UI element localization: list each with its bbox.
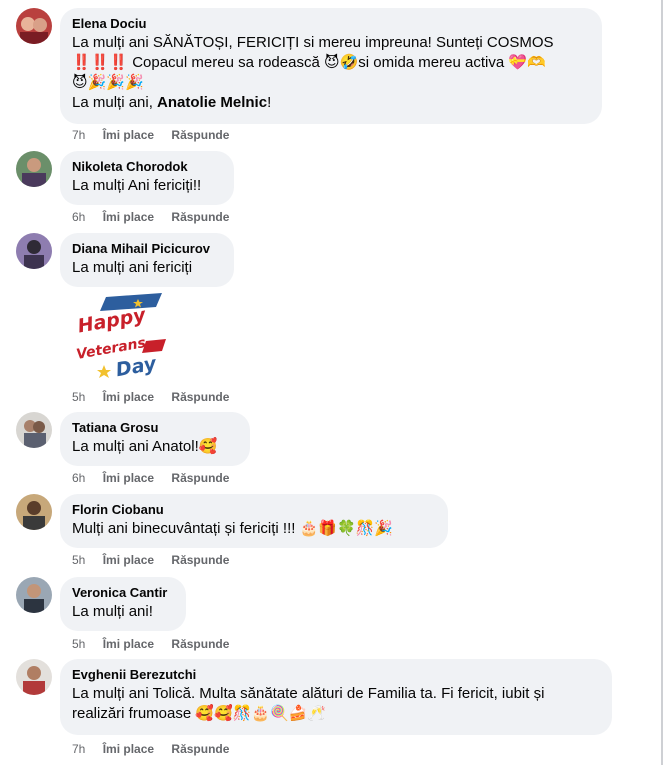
comment-author[interactable]: Florin Ciobanu — [72, 502, 436, 518]
comment-text: La mulți ani SĂNĂTOȘI, FERICIȚI si mereu… — [72, 33, 590, 113]
comment-text: La mulți ani Tolică. Multa sănătate alăt… — [72, 684, 600, 724]
comment-actions: 6h Îmi place Răspunde — [72, 470, 243, 486]
comment-actions: 7h Îmi place Răspunde — [72, 127, 243, 143]
comment-bubble: Tatiana Grosu La mulți ani Anatol!🥰 — [60, 412, 250, 466]
reply-button[interactable]: Răspunde — [171, 128, 229, 142]
comment-author[interactable]: Tatiana Grosu — [72, 420, 238, 436]
like-button[interactable]: Îmi place — [103, 637, 154, 651]
comment-bubble: Diana Mihail Picicurov La mulți ani feri… — [60, 233, 234, 287]
reply-button[interactable]: Răspunde — [171, 553, 229, 567]
reply-button[interactable]: Răspunde — [171, 471, 229, 485]
avatar[interactable] — [16, 659, 52, 695]
comment-author[interactable]: Elena Dociu — [72, 16, 590, 32]
comment-bubble: Florin Ciobanu Mulți ani binecuvântați ș… — [60, 494, 448, 548]
timestamp[interactable]: 5h — [72, 553, 85, 567]
comment-actions: 6h Îmi place Răspunde — [72, 209, 243, 225]
comment-bubble: Nikoleta Chorodok La mulți Ani fericiți!… — [60, 151, 234, 205]
reply-button[interactable]: Răspunde — [171, 390, 229, 404]
timestamp[interactable]: 5h — [72, 390, 85, 404]
like-button[interactable]: Îmi place — [103, 742, 154, 756]
comment-author[interactable]: Veronica Cantir — [72, 585, 174, 601]
comment-bubble: Veronica Cantir La mulți ani! — [60, 577, 186, 631]
avatar[interactable] — [16, 494, 52, 530]
reply-button[interactable]: Răspunde — [171, 637, 229, 651]
comment-bubble: Evghenii Berezutchi La mulți ani Tolică.… — [60, 659, 612, 735]
comment-author[interactable]: Diana Mihail Picicurov — [72, 241, 222, 257]
comment-text: La mulți ani! — [72, 603, 153, 620]
avatar[interactable] — [16, 233, 52, 269]
avatar[interactable] — [16, 8, 52, 44]
comment-text-line: 😈🎉🎉🎉 — [72, 74, 144, 91]
comment-text-line: La mulți ani SĂNĂTOȘI, FERICIȚI si mereu… — [72, 34, 554, 51]
timestamp[interactable]: 7h — [72, 128, 85, 142]
comment-text-fragment: La mulți ani, — [72, 94, 158, 111]
comment-text-line: realizări frumoase 🥰🥰🎊🎂🍭🍰🥂 — [72, 705, 327, 722]
timestamp[interactable]: 7h — [72, 742, 85, 756]
comment-text-line: La mulți ani Tolică. Multa sănătate alăt… — [72, 685, 545, 702]
like-button[interactable]: Îmi place — [103, 471, 154, 485]
avatar[interactable] — [16, 151, 52, 187]
comment-actions: 5h Îmi place Răspunde — [72, 389, 243, 405]
comment-text: La mulți ani Anatol!🥰 — [72, 438, 218, 455]
comment-text: La mulți Ani fericiți!! — [72, 177, 202, 194]
avatar[interactable] — [16, 577, 52, 613]
like-button[interactable]: Îmi place — [103, 553, 154, 567]
comment-text-line: ‼️‼️‼️ Copacul mereu sa rodească 😈🤣si om… — [72, 54, 546, 71]
like-button[interactable]: Îmi place — [103, 390, 154, 404]
reply-button[interactable]: Răspunde — [171, 210, 229, 224]
mention-link[interactable]: Anatolie Melnic — [157, 94, 267, 111]
reply-button[interactable]: Răspunde — [171, 742, 229, 756]
timestamp[interactable]: 6h — [72, 471, 85, 485]
comment-actions: 5h Îmi place Răspunde — [72, 552, 243, 568]
comment-text-line: La mulți ani, Anatolie Melnic! — [72, 93, 590, 113]
comment-bubble: Elena Dociu La mulți ani SĂNĂTOȘI, FERIC… — [60, 8, 602, 124]
sticker-happy-veterans-day[interactable]: Happy Veterans Day — [75, 293, 168, 388]
comment-author[interactable]: Evghenii Berezutchi — [72, 667, 600, 683]
sticker-word-1: Happy — [76, 304, 149, 338]
like-button[interactable]: Îmi place — [103, 210, 154, 224]
timestamp[interactable]: 5h — [72, 637, 85, 651]
like-button[interactable]: Îmi place — [103, 128, 154, 142]
sticker-word-3: Day — [114, 352, 159, 381]
comment-text: Mulți ani binecuvântați și fericiți !!! … — [72, 520, 393, 537]
comment-actions: 7h Îmi place Răspunde — [72, 741, 243, 757]
timestamp[interactable]: 6h — [72, 210, 85, 224]
avatar[interactable] — [16, 412, 52, 448]
comment-text: La mulți ani fericiți — [72, 259, 193, 276]
comment-actions: 5h Îmi place Răspunde — [72, 636, 243, 652]
comment-author[interactable]: Nikoleta Chorodok — [72, 159, 222, 175]
comment-text-fragment: ! — [267, 94, 272, 111]
